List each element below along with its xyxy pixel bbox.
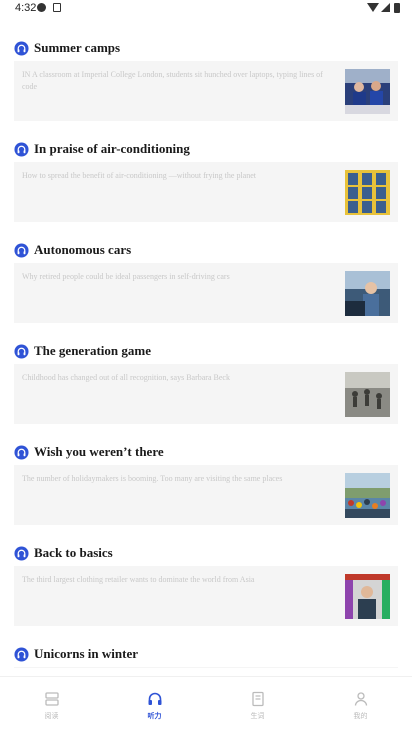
headphones-icon (14, 444, 29, 460)
article-item[interactable]: Summer camps IN A classroom at Imperial … (0, 30, 412, 131)
headphones-icon (14, 343, 29, 359)
article-summary: How to spread the benefit of air-conditi… (22, 171, 257, 180)
article-header[interactable]: Wish you weren’t there (14, 442, 164, 462)
air-conditioners-photo (345, 170, 390, 215)
headphones-icon (14, 646, 29, 662)
article-list[interactable]: Summer camps IN A classroom at Imperial … (0, 30, 412, 668)
article-header[interactable]: In praise of air-conditioning (14, 139, 190, 159)
article-title[interactable]: Back to basics (34, 545, 113, 561)
article-summary: Childhood has changed out of all recogni… (22, 373, 230, 382)
article-card[interactable]: Childhood has changed out of all recogni… (14, 364, 398, 424)
article-item[interactable]: Unicorns in winter (0, 636, 412, 668)
nav-tab-vocabulary[interactable]: 生词 (206, 677, 309, 734)
article-title[interactable]: In praise of air-conditioning (34, 141, 190, 157)
article-card[interactable]: The third largest clothing retailer want… (14, 566, 398, 626)
article-card[interactable]: IN A classroom at Imperial College Londo… (14, 61, 398, 121)
article-item[interactable]: Back to basics The third largest clothin… (0, 535, 412, 636)
article-card[interactable]: How to spread the benefit of air-conditi… (14, 162, 398, 222)
battery-icon (394, 3, 400, 13)
nav-label: 听力 (147, 712, 162, 720)
person-icon (354, 692, 367, 706)
nav-label: 阅读 (44, 712, 59, 720)
headphones-icon (14, 141, 29, 157)
article-card[interactable] (14, 667, 398, 668)
article-header[interactable]: Summer camps (14, 38, 120, 58)
bottom-nav: 阅读 听力 生词 我的 (0, 676, 412, 734)
nav-tab-profile[interactable]: 我的 (309, 677, 412, 734)
article-item[interactable]: Autonomous cars Why retired people could… (0, 232, 412, 333)
article-card[interactable]: The number of holidaymakers is booming. … (14, 465, 398, 525)
article-title[interactable]: The generation game (34, 343, 151, 359)
nav-tab-reading[interactable]: 阅读 (0, 677, 103, 734)
article-title[interactable]: Summer camps (34, 40, 120, 56)
status-bar: 4:32 (0, 0, 412, 18)
signal-icon (381, 3, 390, 12)
status-time: 4:32 (15, 2, 37, 14)
notification-a-icon (53, 3, 61, 12)
nav-tab-listening[interactable]: 听力 (103, 677, 206, 734)
book-icon (251, 691, 264, 707)
article-summary: The third largest clothing retailer want… (22, 575, 255, 584)
article-item[interactable]: The generation game Childhood has change… (0, 333, 412, 434)
crowded-tourists-photo (345, 473, 390, 518)
article-item[interactable]: Wish you weren’t there The number of hol… (0, 434, 412, 535)
article-title[interactable]: Autonomous cars (34, 242, 131, 258)
elderly-passenger-photo (345, 271, 390, 316)
students-photo (345, 69, 390, 114)
article-summary: Why retired people could be ideal passen… (22, 272, 230, 281)
stack-icon (44, 692, 59, 706)
article-card[interactable]: Why retired people could be ideal passen… (14, 263, 398, 323)
article-header[interactable]: Unicorns in winter (14, 644, 138, 664)
headphones-icon (14, 545, 29, 561)
headphones-icon (148, 692, 161, 705)
headphones-icon (14, 40, 29, 56)
children-playing-photo (345, 372, 390, 417)
article-summary: The number of holidaymakers is booming. … (22, 474, 283, 483)
nav-label: 我的 (353, 712, 368, 720)
headphones-icon (14, 242, 29, 258)
article-title[interactable]: Unicorns in winter (34, 646, 138, 662)
notification-dot-icon (37, 3, 46, 12)
article-title[interactable]: Wish you weren’t there (34, 444, 164, 460)
article-item[interactable]: In praise of air-conditioning How to spr… (0, 131, 412, 232)
article-header[interactable]: Autonomous cars (14, 240, 131, 260)
nav-label: 生词 (250, 712, 265, 720)
wifi-icon (367, 3, 379, 12)
article-header[interactable]: Back to basics (14, 543, 113, 563)
retailer-ceo-photo (345, 574, 390, 619)
article-summary: IN A classroom at Imperial College Londo… (22, 70, 323, 91)
article-header[interactable]: The generation game (14, 341, 151, 361)
